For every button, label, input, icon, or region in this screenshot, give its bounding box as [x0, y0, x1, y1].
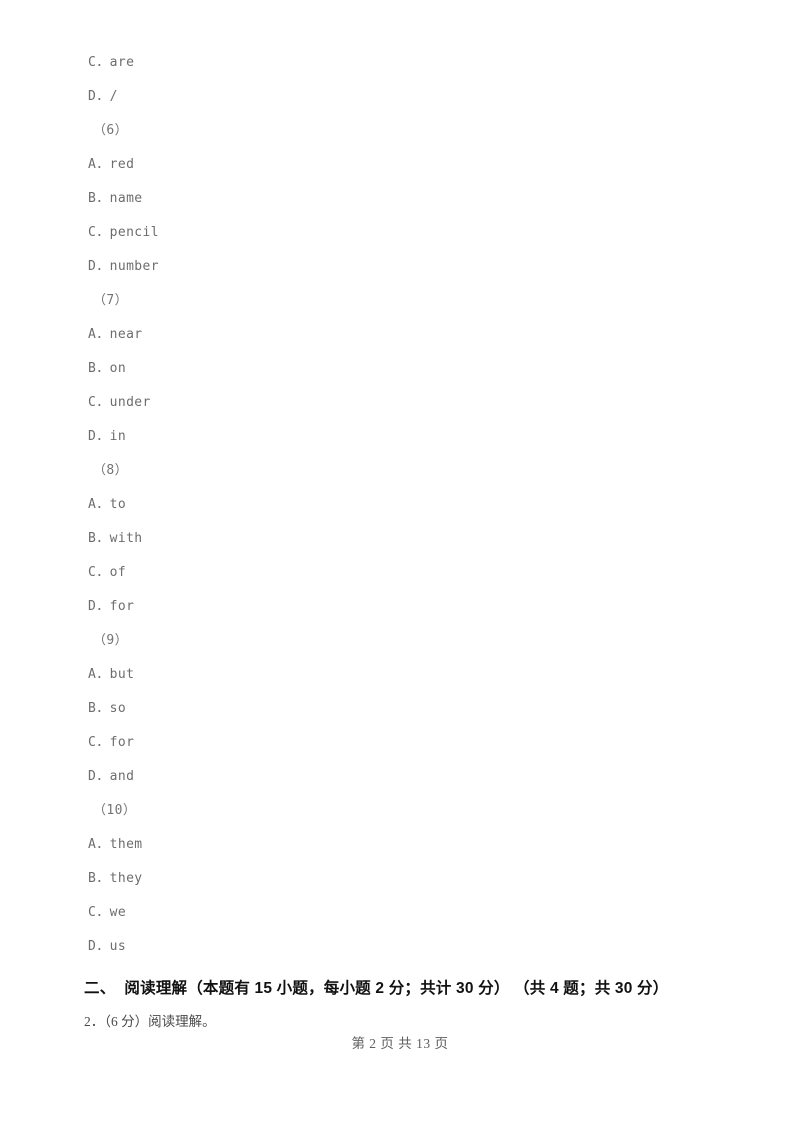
answer-option: A．near — [88, 327, 143, 342]
answer-option: A．but — [88, 667, 135, 682]
question-number: （6） — [93, 123, 129, 138]
answer-option: D．/ — [88, 89, 118, 104]
answer-option: C．of — [88, 565, 127, 580]
answer-option: C．under — [88, 395, 151, 410]
answer-option: B．on — [88, 361, 127, 376]
document-page: C．are D．/ （6） A．red B．name C．pencil D．number （7… — [0, 0, 800, 1132]
question-number: （9） — [93, 633, 129, 648]
answer-option: B．so — [88, 701, 127, 716]
page-footer: 第 2 页 共 13 页 — [351, 1036, 449, 1051]
answer-option: A．red — [88, 157, 135, 172]
answer-option: B．name — [88, 191, 143, 206]
question-number: （7） — [93, 293, 129, 308]
section-heading-reading-comprehension: 二、 阅读理解（本题有 15 小题，每小题 2 分；共计 30 分） （共 4 … — [84, 980, 669, 997]
question-options-list: C．are D．/ （6） A．red B．name C．pencil D．number （7… — [84, 46, 716, 964]
answer-option: C．pencil — [88, 225, 159, 240]
answer-option: D．us — [88, 939, 127, 954]
answer-option: A．them — [88, 837, 143, 852]
answer-option: B．they — [88, 871, 143, 886]
question-number: （8） — [93, 463, 129, 478]
answer-option: B．with — [88, 531, 143, 546]
answer-option: C．for — [88, 735, 135, 750]
answer-option: D．number — [88, 259, 159, 274]
answer-option: D．in — [88, 429, 127, 444]
answer-option: A．to — [88, 497, 127, 512]
answer-option: D．and — [88, 769, 135, 784]
answer-option: C．are — [88, 55, 135, 70]
answer-option: D．for — [88, 599, 135, 614]
question-number: （10） — [93, 803, 137, 818]
answer-option: C．we — [88, 905, 127, 920]
